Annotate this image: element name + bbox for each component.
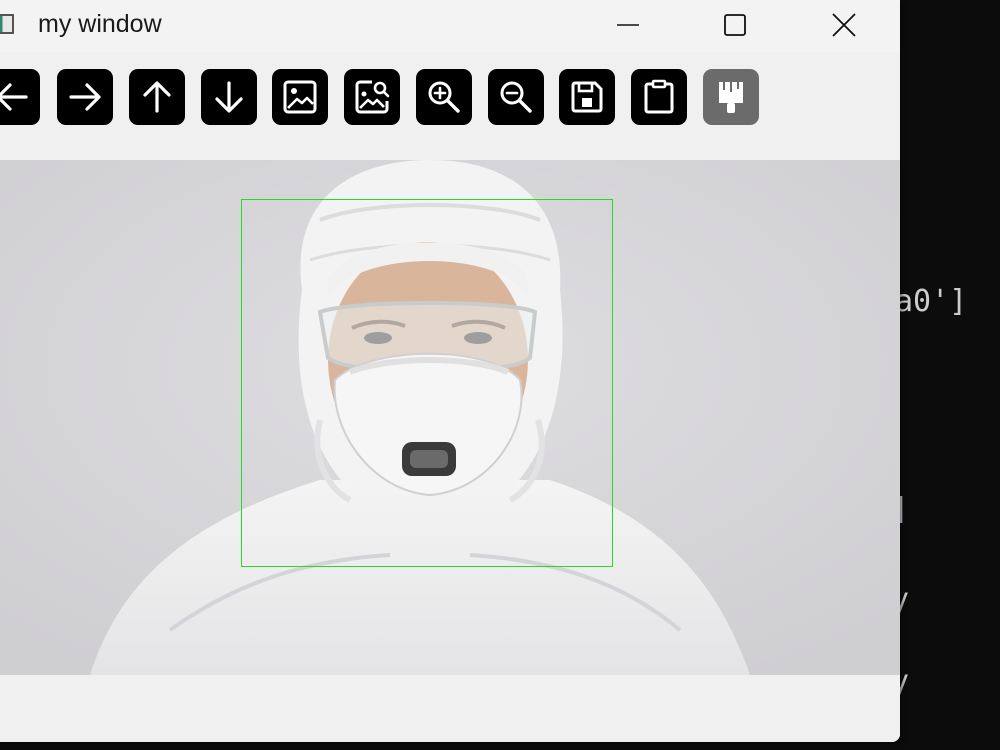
- arrow-left-icon: [0, 83, 28, 111]
- detection-bounding-box: [241, 199, 613, 567]
- clipboard-icon: [644, 79, 674, 114]
- app-icon: [0, 14, 14, 34]
- close-button[interactable]: [804, 0, 884, 50]
- title-bar[interactable]: my window: [0, 0, 900, 52]
- window-title: my window: [38, 10, 162, 38]
- image-canvas[interactable]: [0, 160, 900, 675]
- pan-right-button[interactable]: [57, 69, 113, 125]
- pan-up-button[interactable]: [129, 69, 185, 125]
- zoom-to-image-button[interactable]: [272, 69, 328, 125]
- arrow-down-icon: [215, 81, 243, 113]
- save-button[interactable]: [559, 69, 615, 125]
- save-icon: [571, 81, 603, 113]
- minimize-icon: [617, 24, 639, 26]
- properties-button[interactable]: [703, 69, 759, 125]
- arrow-up-icon: [143, 81, 171, 113]
- status-bar: [0, 675, 900, 742]
- zoom-in-button[interactable]: [416, 69, 472, 125]
- maximize-icon: [724, 14, 746, 36]
- pan-down-button[interactable]: [201, 69, 257, 125]
- image-search-icon: [355, 80, 390, 114]
- image-viewer-window: my window: [0, 0, 900, 742]
- copy-to-clipboard-button[interactable]: [631, 69, 687, 125]
- close-icon: [832, 13, 856, 37]
- terminal-line: a0']: [895, 284, 968, 319]
- zoom-in-icon: [428, 81, 460, 113]
- maximize-button[interactable]: [695, 0, 775, 50]
- minimize-button[interactable]: [588, 0, 668, 50]
- pan-left-button[interactable]: [0, 69, 40, 125]
- image-icon: [283, 80, 317, 114]
- zoom-out-icon: [500, 81, 532, 113]
- toolbar: [0, 52, 900, 160]
- arrow-right-icon: [69, 83, 101, 111]
- paintbrush-icon: [719, 82, 743, 113]
- zoom-to-region-button[interactable]: [344, 69, 400, 125]
- zoom-out-button[interactable]: [488, 69, 544, 125]
